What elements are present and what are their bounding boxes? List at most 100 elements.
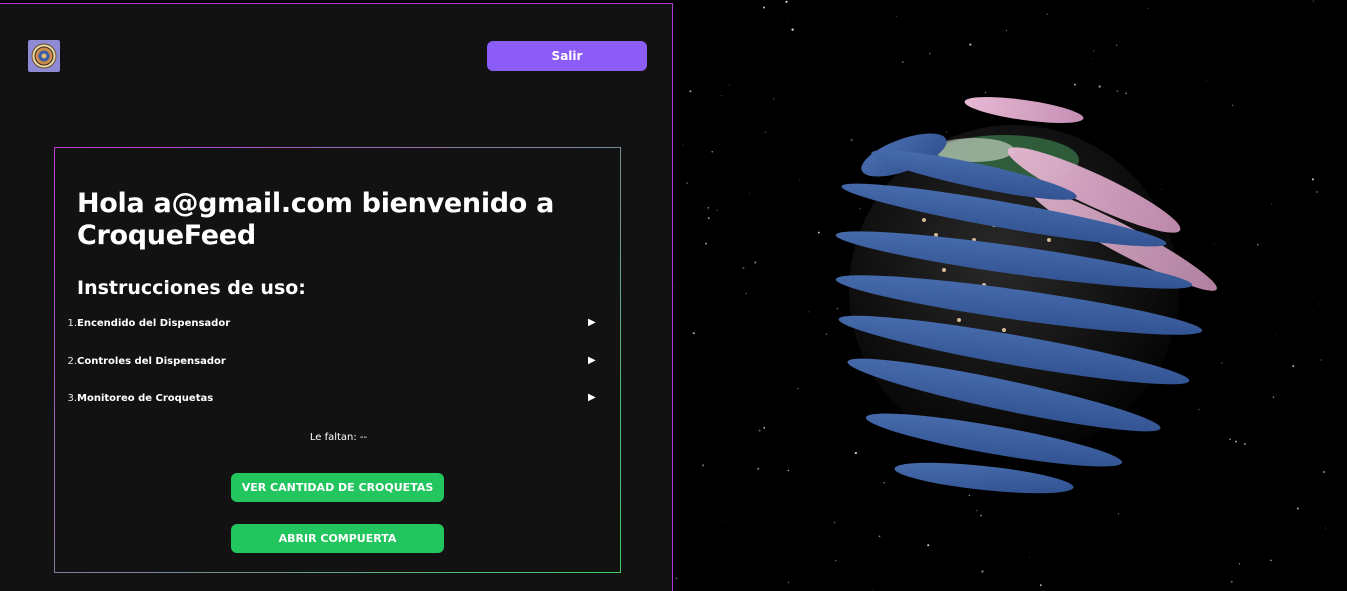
instructions-title: Instrucciones de uso: <box>77 277 306 299</box>
star <box>745 292 747 295</box>
globe-scene <box>674 0 1347 591</box>
instruction-step-power[interactable]: 1. Encendido del Dispensador ▶ <box>55 317 622 356</box>
star <box>1229 438 1231 440</box>
star <box>757 467 760 470</box>
star <box>1270 559 1272 561</box>
star <box>927 544 930 547</box>
step-label: Monitoreo de Croquetas <box>77 393 214 404</box>
open-gate-button[interactable]: ABRIR COMPUERTA <box>231 524 444 553</box>
star <box>984 91 987 94</box>
seal-logo-svg <box>31 43 57 69</box>
star <box>836 307 839 310</box>
star <box>808 311 810 313</box>
view-croquetas-count-button[interactable]: VER CANTIDAD DE CROQUETAS <box>231 473 444 502</box>
star <box>754 261 757 264</box>
star <box>1312 0 1314 2</box>
instruction-step-monitoring[interactable]: 3. Monitoreo de Croquetas ▶ <box>55 392 622 431</box>
star <box>1213 243 1215 244</box>
star <box>682 144 684 146</box>
greeting-heading: Hola a@gmail.com bienvenido a CroqueFeed <box>77 188 555 251</box>
star <box>787 21 788 23</box>
star <box>701 464 705 467</box>
star <box>854 452 857 455</box>
star <box>835 560 837 562</box>
star <box>787 469 790 472</box>
star <box>707 207 709 209</box>
star <box>833 521 836 524</box>
star <box>968 494 971 497</box>
star <box>1325 527 1327 529</box>
app-page: Salir Hola a@gmail.com bienvenido a Croq… <box>0 0 1347 591</box>
star <box>1244 443 1246 445</box>
star <box>969 43 972 46</box>
star <box>799 179 800 181</box>
triangle-right-icon[interactable]: ▶ <box>588 317 596 328</box>
starfield-globe-svg <box>674 0 1327 591</box>
star <box>1147 8 1149 10</box>
star <box>674 287 675 289</box>
instructions-list: 1. Encendido del Dispensador ▶ 2. Contro… <box>55 317 622 431</box>
star <box>1319 303 1321 305</box>
star <box>1125 92 1127 95</box>
star <box>725 520 727 522</box>
star <box>883 482 885 484</box>
star <box>1161 188 1163 190</box>
star <box>721 95 722 96</box>
star <box>1292 364 1295 368</box>
star <box>763 6 765 9</box>
star <box>749 193 751 195</box>
triangle-right-icon[interactable]: ▶ <box>588 392 596 403</box>
star <box>1098 85 1101 88</box>
star <box>1029 557 1030 558</box>
star <box>692 332 695 335</box>
star <box>797 388 799 390</box>
star <box>763 426 766 429</box>
star <box>878 535 881 538</box>
star <box>758 429 761 432</box>
star <box>1232 104 1234 107</box>
star <box>1198 409 1200 411</box>
star <box>1039 584 1042 586</box>
star <box>859 207 861 209</box>
star <box>825 333 828 336</box>
star <box>1005 30 1008 32</box>
star <box>945 131 948 133</box>
star <box>773 98 775 100</box>
star <box>853 564 854 566</box>
star <box>728 84 730 86</box>
instruction-step-controls[interactable]: 2. Controles del Dispensador ▶ <box>55 355 622 394</box>
star <box>980 514 982 517</box>
star <box>1275 335 1277 337</box>
step-number: 1. <box>67 318 77 329</box>
star <box>785 0 788 3</box>
star <box>850 138 853 141</box>
star <box>675 577 678 580</box>
star <box>929 52 931 55</box>
star <box>1221 362 1223 364</box>
remaining-status: Le faltan: -- <box>309 432 368 443</box>
star <box>1311 178 1314 181</box>
star <box>711 151 713 153</box>
star <box>791 28 794 31</box>
triangle-right-icon[interactable]: ▶ <box>588 355 596 366</box>
star <box>976 509 978 512</box>
step-label: Controles del Dispensador <box>77 355 226 367</box>
star <box>1322 470 1326 474</box>
star <box>1271 203 1273 205</box>
star <box>742 267 745 269</box>
welcome-card: Hola a@gmail.com bienvenido a CroqueFeed… <box>54 147 621 573</box>
star <box>1230 580 1233 583</box>
star <box>1114 4 1115 5</box>
star <box>686 182 688 184</box>
star <box>1257 244 1259 246</box>
star <box>1296 507 1299 510</box>
globe <box>835 97 1217 494</box>
step-label: Encendido del Dispensador <box>77 318 231 329</box>
star <box>871 589 873 591</box>
star <box>716 209 718 211</box>
seal-logo-icon <box>28 40 60 72</box>
star <box>1093 50 1095 52</box>
logout-button[interactable]: Salir <box>487 41 647 71</box>
star <box>1073 83 1076 86</box>
step-number: 3. <box>67 393 77 404</box>
